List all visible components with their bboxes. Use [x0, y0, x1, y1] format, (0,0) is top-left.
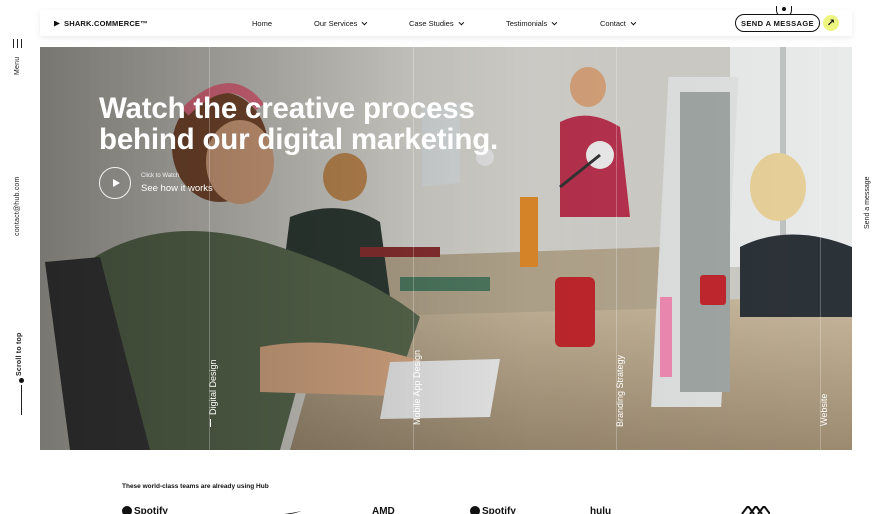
click-to-watch-label[interactable]: Click to Watch [141, 173, 179, 179]
brand-name: SHARK.COMMERCE™ [64, 19, 148, 28]
chevron-down-icon [630, 19, 637, 25]
brand-logo-icon [740, 504, 771, 514]
active-category-indicator [210, 419, 211, 427]
nav-our-services[interactable]: Our Services [314, 19, 368, 28]
spotify-logo-text: Spotify [134, 506, 168, 514]
amd-logo: AMD [372, 506, 395, 514]
arrow-up-right-icon[interactable]: ↗ [823, 15, 839, 31]
send-message-side-link[interactable]: Send a message [864, 176, 871, 229]
chevron-down-icon [361, 19, 368, 25]
nike-logo [266, 509, 302, 514]
hulu-logo: hulu [590, 506, 612, 514]
clients-heading: These world-class teams are already usin… [122, 483, 269, 490]
contact-email-link[interactable]: contact@hub.com [14, 176, 21, 236]
menu-label[interactable]: Menu [14, 57, 21, 75]
scroll-to-top-link[interactable]: Scroll to top [16, 333, 23, 376]
nav-case-studies-label: Case Studies [409, 19, 454, 28]
nav-home[interactable]: Home [252, 19, 272, 28]
hero-heading-line-1: Watch the creative process [99, 92, 475, 125]
hero-section: Watch the creative process behind our di… [40, 47, 852, 450]
top-navbar: SHARK.COMMERCE™ Home Our Services Case S… [40, 6, 852, 36]
brand-logo[interactable]: SHARK.COMMERCE™ [54, 19, 148, 28]
nav-contact[interactable]: Contact [600, 19, 637, 28]
scroll-line [21, 385, 22, 415]
see-how-it-works-link[interactable]: See how it works [141, 183, 213, 194]
send-message-button[interactable]: SEND A MESSAGE [735, 14, 820, 32]
category-branding-strategy[interactable]: Branding Strategy [615, 355, 625, 427]
category-mobile-app-design[interactable]: Mobile App Design [412, 350, 422, 425]
spotify-logo: Spotify [122, 506, 168, 514]
brand-mark-icon [54, 20, 60, 27]
client-logos-row: Spotify AMD Spotify hulu [0, 503, 892, 514]
spotify-logo-2: Spotify [470, 506, 516, 514]
divider-line [820, 47, 821, 450]
hero-heading: Watch the creative process behind our di… [99, 93, 539, 155]
nav-contact-label: Contact [600, 19, 626, 28]
nav-home-label: Home [252, 19, 273, 28]
nav-testimonials[interactable]: Testimonials [506, 19, 558, 28]
nav-our-services-label: Our Services [314, 19, 358, 28]
play-icon [112, 179, 120, 187]
category-digital-design[interactable]: Digital Design [208, 359, 218, 415]
play-video-button[interactable] [99, 167, 131, 199]
hero-heading-line-2: behind our digital marketing. [99, 123, 499, 156]
chevron-down-icon [458, 19, 464, 25]
menu-icon[interactable] [13, 39, 22, 48]
spotify-logo-text: Spotify [482, 506, 516, 514]
left-rail: Menu contact@hub.com Scroll to top [0, 0, 40, 514]
nav-testimonials-label: Testimonials [506, 19, 548, 28]
scroll-dot-icon [19, 378, 24, 383]
chevron-down-icon [551, 19, 558, 25]
nav-case-studies[interactable]: Case Studies [409, 19, 464, 28]
category-website[interactable]: Website [819, 394, 829, 426]
